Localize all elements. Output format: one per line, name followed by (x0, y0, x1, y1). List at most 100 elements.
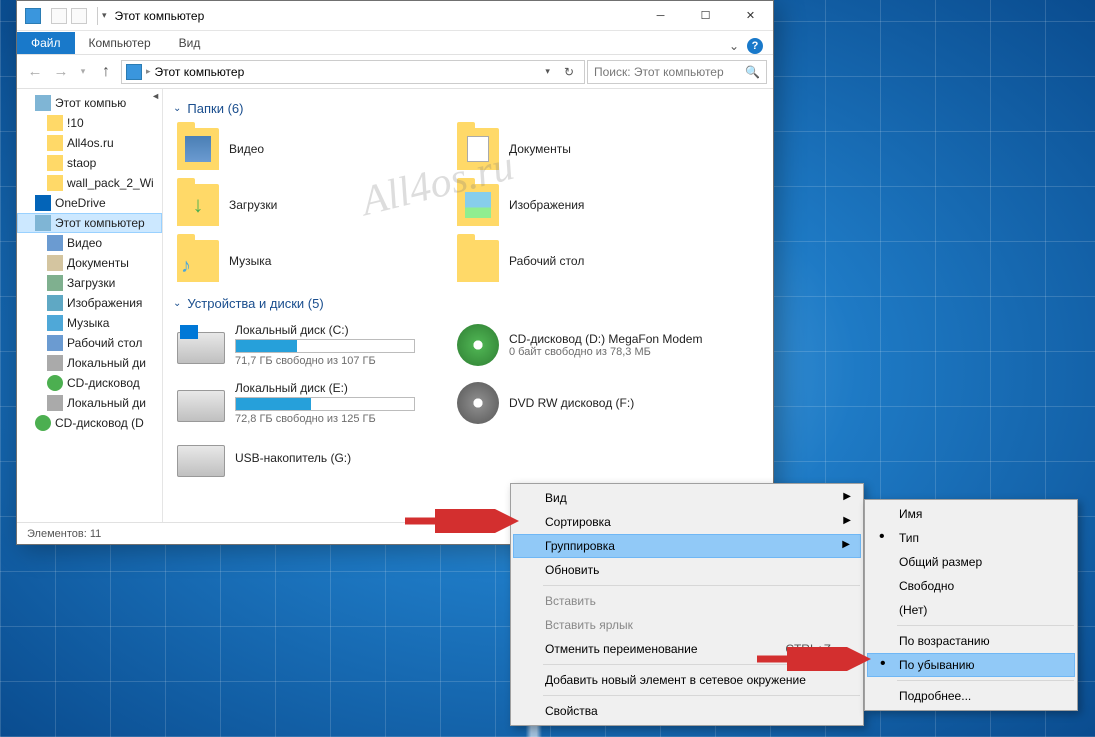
tree-item[interactable]: Загрузки (17, 273, 162, 293)
tree-item[interactable]: Изображения (17, 293, 162, 313)
drive-item[interactable]: Локальный диск (C:)71,7 ГБ свободно из 1… (173, 319, 453, 371)
tree-item[interactable]: Локальный ди (17, 393, 162, 413)
menu-item[interactable]: •По убыванию (867, 653, 1075, 677)
address-icon (126, 64, 142, 80)
tree-item[interactable]: Локальный ди (17, 353, 162, 373)
menu-item[interactable]: Подробнее... (867, 684, 1075, 708)
menu-item[interactable]: Свободно (867, 574, 1075, 598)
up-button[interactable]: ↑ (93, 60, 119, 84)
tree-item-label: OneDrive (55, 196, 106, 210)
menu-item[interactable]: По возрастанию (867, 629, 1075, 653)
tree-item[interactable]: wall_pack_2_Wi (17, 173, 162, 193)
back-button[interactable]: ← (23, 60, 47, 84)
breadcrumb-item[interactable]: Этот компьютер (155, 65, 245, 79)
qat-dropdown[interactable]: ▾ (102, 10, 107, 21)
context-menu[interactable]: Вид▶Сортировка▶Группировка▶Обновить Встав… (510, 483, 864, 726)
menu-item[interactable]: Вид▶ (513, 486, 861, 510)
ribbon-collapse-icon[interactable]: ⌄ (729, 39, 739, 53)
menu-item[interactable]: Имя (867, 502, 1075, 526)
collapse-tree-icon[interactable]: ◄ (151, 91, 160, 101)
refresh-button[interactable]: ↻ (558, 65, 580, 79)
folder-item[interactable]: Музыка (173, 236, 453, 286)
menu-item[interactable]: Свойства (513, 699, 861, 723)
drive-item[interactable]: USB-накопитель (G:) (173, 435, 453, 481)
tree-item[interactable]: Музыка (17, 313, 162, 333)
menu-item[interactable]: Группировка▶ (513, 534, 861, 558)
ribbon-tab-file[interactable]: Файл (17, 32, 75, 54)
ribbon-tab-view[interactable]: Вид (165, 32, 215, 54)
menu-item[interactable]: Сортировка▶ (513, 510, 861, 534)
item-subtext: 72,8 ГБ свободно из 125 ГБ (235, 413, 449, 425)
menu-item[interactable]: (Нет) (867, 598, 1075, 622)
group-header-drives[interactable]: ⌄ Устройства и диски (5) (173, 296, 763, 311)
tree-item-label: Загрузки (67, 276, 115, 290)
window-controls: ─ ☐ ✕ (638, 1, 773, 30)
folder-item[interactable]: Документы (453, 124, 733, 174)
tree-item[interactable]: Документы (17, 253, 162, 273)
folder-item[interactable]: Изображения (453, 180, 733, 230)
tree-item[interactable]: CD-дисковод (D (17, 413, 162, 433)
fld-icon (47, 175, 63, 191)
address-dropdown-icon[interactable]: ▾ (541, 66, 554, 77)
separator (97, 7, 98, 25)
tree-item[interactable]: !10 (17, 113, 162, 133)
menu-item[interactable]: Обновить (513, 558, 861, 582)
maximize-button[interactable]: ☐ (683, 1, 728, 30)
menu-item-label: Вставить (545, 594, 596, 608)
tree-item[interactable]: All4os.ru (17, 133, 162, 153)
item-label: Документы (509, 142, 729, 156)
group-header-folders[interactable]: ⌄ Папки (6) (173, 101, 763, 116)
item-label: Загрузки (229, 198, 449, 212)
menu-item-label: Свойства (545, 704, 598, 718)
submenu-arrow-icon: ▶ (843, 491, 851, 502)
drive-item[interactable]: Локальный диск (E:)72,8 ГБ свободно из 1… (173, 377, 453, 429)
tree-item[interactable]: staop (17, 153, 162, 173)
address-bar[interactable]: ▸ Этот компьютер ▾ ↻ (121, 60, 585, 84)
search-box[interactable]: Поиск: Этот компьютер 🔍 (587, 60, 767, 84)
titlebar[interactable]: ▾ Этот компьютер ─ ☐ ✕ (17, 1, 773, 31)
navigation-bar: ← → ▾ ↑ ▸ Этот компьютер ▾ ↻ Поиск: Этот… (17, 55, 773, 89)
tree-item[interactable]: Этот компью (17, 93, 162, 113)
img-icon (47, 295, 63, 311)
chevron-down-icon: ⌄ (173, 103, 181, 114)
tree-item-label: All4os.ru (67, 136, 114, 150)
folder-item[interactable]: Видео (173, 124, 453, 174)
fld-icon (47, 155, 63, 171)
cd-icon (457, 324, 499, 366)
menu-item[interactable]: Общий размер (867, 550, 1075, 574)
menu-item[interactable]: Добавить новый элемент в сетевое окружен… (513, 668, 861, 692)
item-label: Видео (229, 142, 449, 156)
context-submenu[interactable]: Имя•ТипОбщий размерСвободно(Нет) По возра… (864, 499, 1078, 711)
help-icon[interactable]: ? (747, 38, 763, 54)
navigation-tree[interactable]: Этот компью !10 All4os.ru staopwall_pack_2_… (17, 89, 163, 522)
search-icon[interactable]: 🔍 (745, 65, 760, 79)
drive-item[interactable]: CD-дисковод (D:) MegaFon Modem0 байт сво… (453, 319, 733, 371)
tree-item[interactable]: Рабочий стол (17, 333, 162, 353)
close-button[interactable]: ✕ (728, 1, 773, 30)
menu-item[interactable]: •Тип (867, 526, 1075, 550)
qat-properties-icon[interactable] (51, 8, 67, 24)
menu-item[interactable]: Отменить переименованиеCTRL+Z (513, 637, 861, 661)
ribbon-tab-computer[interactable]: Компьютер (75, 32, 165, 54)
tree-item[interactable]: Этот компьютер (17, 213, 162, 233)
recent-locations-button[interactable]: ▾ (75, 60, 91, 84)
folder-item[interactable]: Загрузки (173, 180, 453, 230)
tree-item[interactable]: CD-дисковод (17, 373, 162, 393)
quick-access-toolbar (45, 8, 93, 24)
qat-newfolder-icon[interactable] (71, 8, 87, 24)
pc-icon (35, 95, 51, 111)
tree-item-label: Видео (67, 236, 102, 250)
cd-icon (47, 375, 63, 391)
menu-item-label: Добавить новый элемент в сетевое окружен… (545, 673, 806, 687)
minimize-button[interactable]: ─ (638, 1, 683, 30)
tree-item[interactable]: Видео (17, 233, 162, 253)
content-pane[interactable]: ⌄ Папки (6) Видео Документы Загрузки Изобра… (163, 89, 773, 522)
tree-item[interactable]: OneDrive (17, 193, 162, 213)
folder-item[interactable]: Рабочий стол (453, 236, 733, 286)
menu-separator (543, 585, 860, 586)
menu-item-label: Тип (899, 531, 919, 545)
tree-item-label: Этот компью (55, 96, 126, 110)
ribbon-tabs: Файл Компьютер Вид ⌄ ? (17, 31, 773, 55)
drive-item[interactable]: DVD RW дисковод (F:) (453, 377, 733, 429)
forward-button[interactable]: → (49, 60, 73, 84)
